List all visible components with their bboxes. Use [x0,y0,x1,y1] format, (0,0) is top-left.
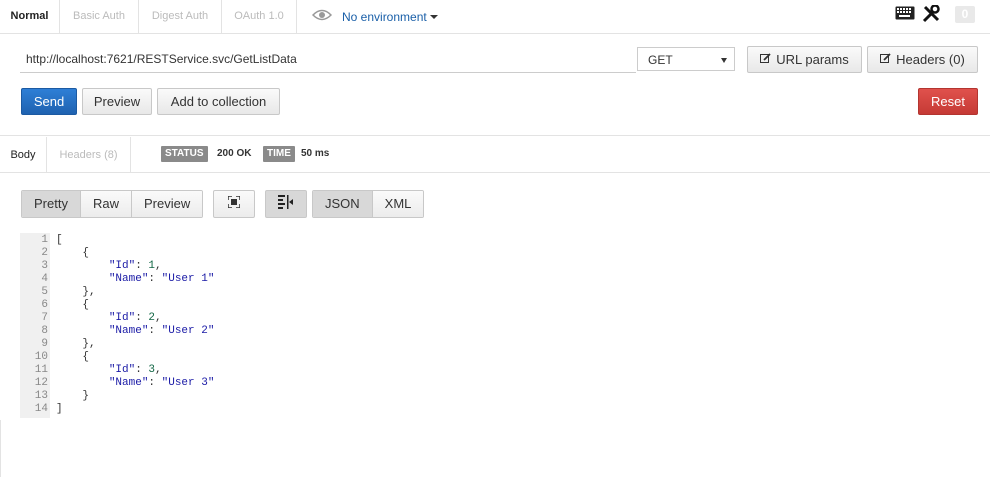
url-input[interactable]: http://localhost:7621/RESTService.svc/Ge… [20,47,636,73]
code-line: 5 }, [20,286,214,299]
add-to-collection-button[interactable]: Add to collection [157,88,280,115]
json-punct: , [155,364,162,376]
tab-digest-auth[interactable]: Digest Auth [139,0,222,33]
view-raw-button[interactable]: Raw [80,191,132,217]
status-label: STATUS [161,146,208,162]
format-group: JSON XML [312,190,425,218]
environment-selector[interactable]: No environment [311,0,438,33]
code-line: 9 }, [20,338,214,351]
code-line: 1[ [20,234,214,247]
line-number: 3 [41,260,48,272]
divider [0,172,990,173]
headers-button[interactable]: Headers (0) [867,46,978,73]
time-value: 50 ms [301,148,330,159]
line-number: 4 [41,273,48,285]
notification-badge[interactable]: 0 [955,6,975,23]
json-key: "Id" [108,260,136,272]
code-line: 6 { [20,299,214,312]
format-json-button[interactable]: JSON [313,191,373,217]
line-number: 12 [34,377,48,389]
line-number: 5 [41,286,48,298]
fullscreen-icon [227,195,241,213]
code-text: { [56,351,90,363]
json-key: "Name" [108,377,149,389]
headers-label: Headers (0) [896,52,965,67]
json-punct: , [155,260,162,272]
method-select[interactable]: GET [637,47,735,71]
tab-response-headers[interactable]: Headers (8) [47,137,131,172]
code-text: [ [56,234,63,246]
code-line: 10 { [20,351,214,364]
line-number: 1 [41,234,48,246]
line-number: 11 [34,364,48,376]
code-line: 8 "Name": "User 2" [20,325,214,338]
environment-label[interactable]: No environment [342,10,438,24]
reset-button[interactable]: Reset [918,88,978,115]
wrap-lines-icon [278,194,294,214]
code-text: { [56,299,90,311]
code-line: 13 } [20,390,214,403]
tab-basic-auth[interactable]: Basic Auth [60,0,139,33]
response-body[interactable]: 1[2 {3 "Id": 1, 4 "Name": "User 1" 5 }, 6 {… [20,234,215,416]
line-number: 9 [41,338,48,350]
code-line: 7 "Id": 2, [20,312,214,325]
time-label: TIME [263,146,295,162]
code-line: 2 { [20,247,214,260]
json-value: "User 3" [161,377,215,389]
code-line: 4 "Name": "User 1" [20,273,214,286]
json-key: "Name" [108,325,149,337]
fullscreen-button[interactable] [213,190,255,218]
code-text: }, [56,338,96,350]
url-params-label: URL params [776,52,849,67]
line-number: 10 [34,351,48,363]
line-number: 13 [34,390,48,402]
dropdown-arrow-icon [721,58,727,63]
json-key: "Id" [108,312,136,324]
settings-tools-icon[interactable] [922,4,940,28]
tab-body[interactable]: Body [0,137,47,172]
code-line: 14] [20,403,214,416]
code-text: ] [56,403,63,415]
eye-icon [311,8,333,26]
code-text: } [56,390,90,402]
auth-tab-bar: Normal Basic Auth Digest Auth OAuth 1.0 … [0,0,990,34]
json-key: "Name" [108,273,149,285]
method-value: GET [648,53,673,67]
wrap-lines-button[interactable] [265,190,307,218]
code-line: 12 "Name": "User 3" [20,377,215,390]
preview-button[interactable]: Preview [82,88,152,115]
divider [0,420,1,477]
keyboard-icon[interactable] [895,6,915,25]
code-line: 3 "Id": 1, [20,260,214,273]
view-preview-button[interactable]: Preview [131,191,203,217]
tab-normal[interactable]: Normal [0,0,60,33]
edit-icon [880,52,891,67]
code-text: }, [56,286,96,298]
json-value: "User 2" [161,325,215,337]
json-value: "User 1" [161,273,215,285]
line-number: 7 [41,312,48,324]
tab-oauth[interactable]: OAuth 1.0 [222,0,297,33]
json-punct: , [155,312,162,324]
line-number: 8 [41,325,48,337]
line-number: 2 [41,247,48,259]
status-value: 200 OK [217,148,252,159]
edit-icon [760,52,771,67]
code-text: { [56,247,90,259]
json-key: "Id" [108,364,136,376]
line-number: 6 [41,299,48,311]
line-number: 14 [34,403,48,415]
url-params-button[interactable]: URL params [747,46,862,73]
divider [0,135,990,136]
view-mode-group: Pretty Raw Preview [21,190,204,218]
chevron-down-icon [429,15,438,20]
format-xml-button[interactable]: XML [372,191,424,217]
view-pretty-button[interactable]: Pretty [22,191,81,217]
code-line: 11 "Id": 3, [20,364,214,377]
send-button[interactable]: Send [21,88,77,115]
